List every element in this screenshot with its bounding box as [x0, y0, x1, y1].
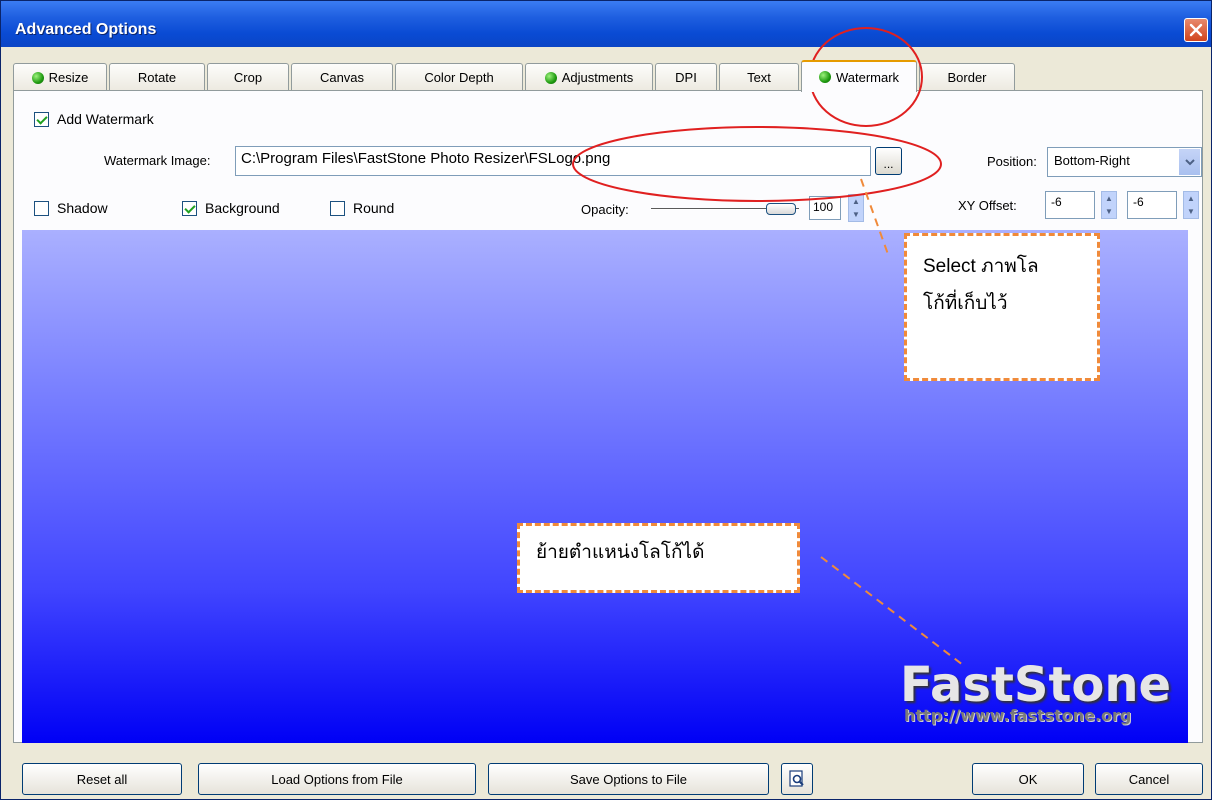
callout-text-line: Select ภาพโล: [923, 256, 1039, 277]
cancel-button[interactable]: Cancel: [1095, 763, 1203, 795]
reset-all-button[interactable]: Reset all: [22, 763, 182, 795]
move-logo-callout: ย้ายตำแหน่งโลโก้ได้: [517, 523, 800, 593]
tab-label: Watermark: [835, 69, 900, 85]
status-dot-icon: [818, 71, 831, 83]
tab-watermark[interactable]: Watermark: [801, 60, 917, 92]
callout-text-line: โก้ที่เก็บไว้: [923, 293, 1008, 314]
image-path-highlight-ellipse: [572, 126, 942, 202]
button-label: Load Options from File: [271, 771, 403, 787]
load-options-button[interactable]: Load Options from File: [198, 763, 476, 795]
preview-button[interactable]: [781, 763, 813, 795]
callout-text-line: ย้ายตำแหน่งโลโก้ได้: [536, 542, 705, 563]
ok-button[interactable]: OK: [972, 763, 1084, 795]
annotation-overlay: [572, 27, 964, 666]
magnifier-page-icon: [789, 770, 804, 787]
button-label: Cancel: [1128, 771, 1170, 787]
select-logo-callout: Select ภาพโล โก้ที่เก็บไว้: [904, 233, 1100, 381]
button-label: Save Options to File: [569, 771, 688, 787]
callout-connector-line: [820, 556, 964, 666]
button-label: Reset all: [76, 771, 128, 787]
button-label: OK: [1018, 771, 1038, 787]
save-options-button[interactable]: Save Options to File: [488, 763, 769, 795]
advanced-options-dialog: Advanced Options Resize Rotate Crop Canv…: [0, 0, 1212, 800]
